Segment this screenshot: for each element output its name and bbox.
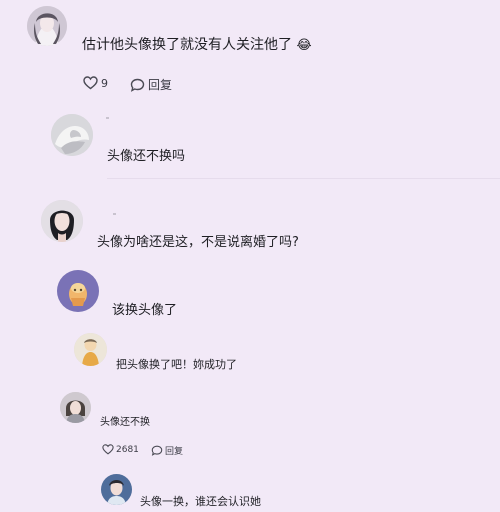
- username-placeholder: [106, 117, 109, 119]
- reply-label: 回复: [165, 447, 184, 457]
- avatar[interactable]: [60, 392, 91, 423]
- like-button[interactable]: 2681: [102, 444, 139, 455]
- comment-text-content: 估计他头像换了就没有人关注他了: [82, 37, 292, 53]
- avatar[interactable]: [57, 270, 99, 312]
- avatar[interactable]: [27, 6, 67, 46]
- avatar-image: [60, 392, 91, 423]
- comment-text: 头像还不换吗: [107, 149, 186, 164]
- username-placeholder: [113, 213, 116, 215]
- reply-button[interactable]: 回复: [151, 444, 183, 457]
- heart-icon: [83, 76, 98, 90]
- like-count: 2681: [116, 444, 139, 455]
- comment-text: 头像还不换: [100, 417, 150, 428]
- avatar-image: [74, 333, 107, 366]
- avatar-image: [57, 270, 99, 312]
- comment-text: 把头像换了吧！妳成功了: [116, 358, 237, 371]
- avatar-image: [27, 6, 67, 46]
- avatar[interactable]: [74, 333, 107, 366]
- avatar[interactable]: [41, 200, 83, 242]
- avatar-image: [41, 200, 83, 242]
- divider: [107, 178, 500, 179]
- comment-bubble-icon: [151, 445, 163, 456]
- heart-icon: [102, 444, 114, 455]
- laughing-emoji-icon: 😂: [296, 38, 312, 53]
- comment-text: 头像一换，谁还会认识她: [140, 495, 261, 508]
- comment-bubble-icon: [130, 78, 145, 92]
- comment-text: 该换头像了: [112, 303, 178, 318]
- reply-label: 回复: [148, 78, 173, 92]
- reply-button[interactable]: 回复: [130, 76, 172, 93]
- like-button[interactable]: 9: [83, 76, 108, 90]
- avatar-image: [51, 114, 93, 156]
- avatar[interactable]: [101, 474, 132, 505]
- avatar-image: [101, 474, 132, 505]
- avatar[interactable]: [51, 114, 93, 156]
- like-count: 9: [101, 76, 108, 90]
- comment-text: 头像为啥还是这，不是说离婚了吗?: [97, 235, 299, 250]
- comment-text: 估计他头像换了就没有人关注他了 😂: [82, 37, 312, 54]
